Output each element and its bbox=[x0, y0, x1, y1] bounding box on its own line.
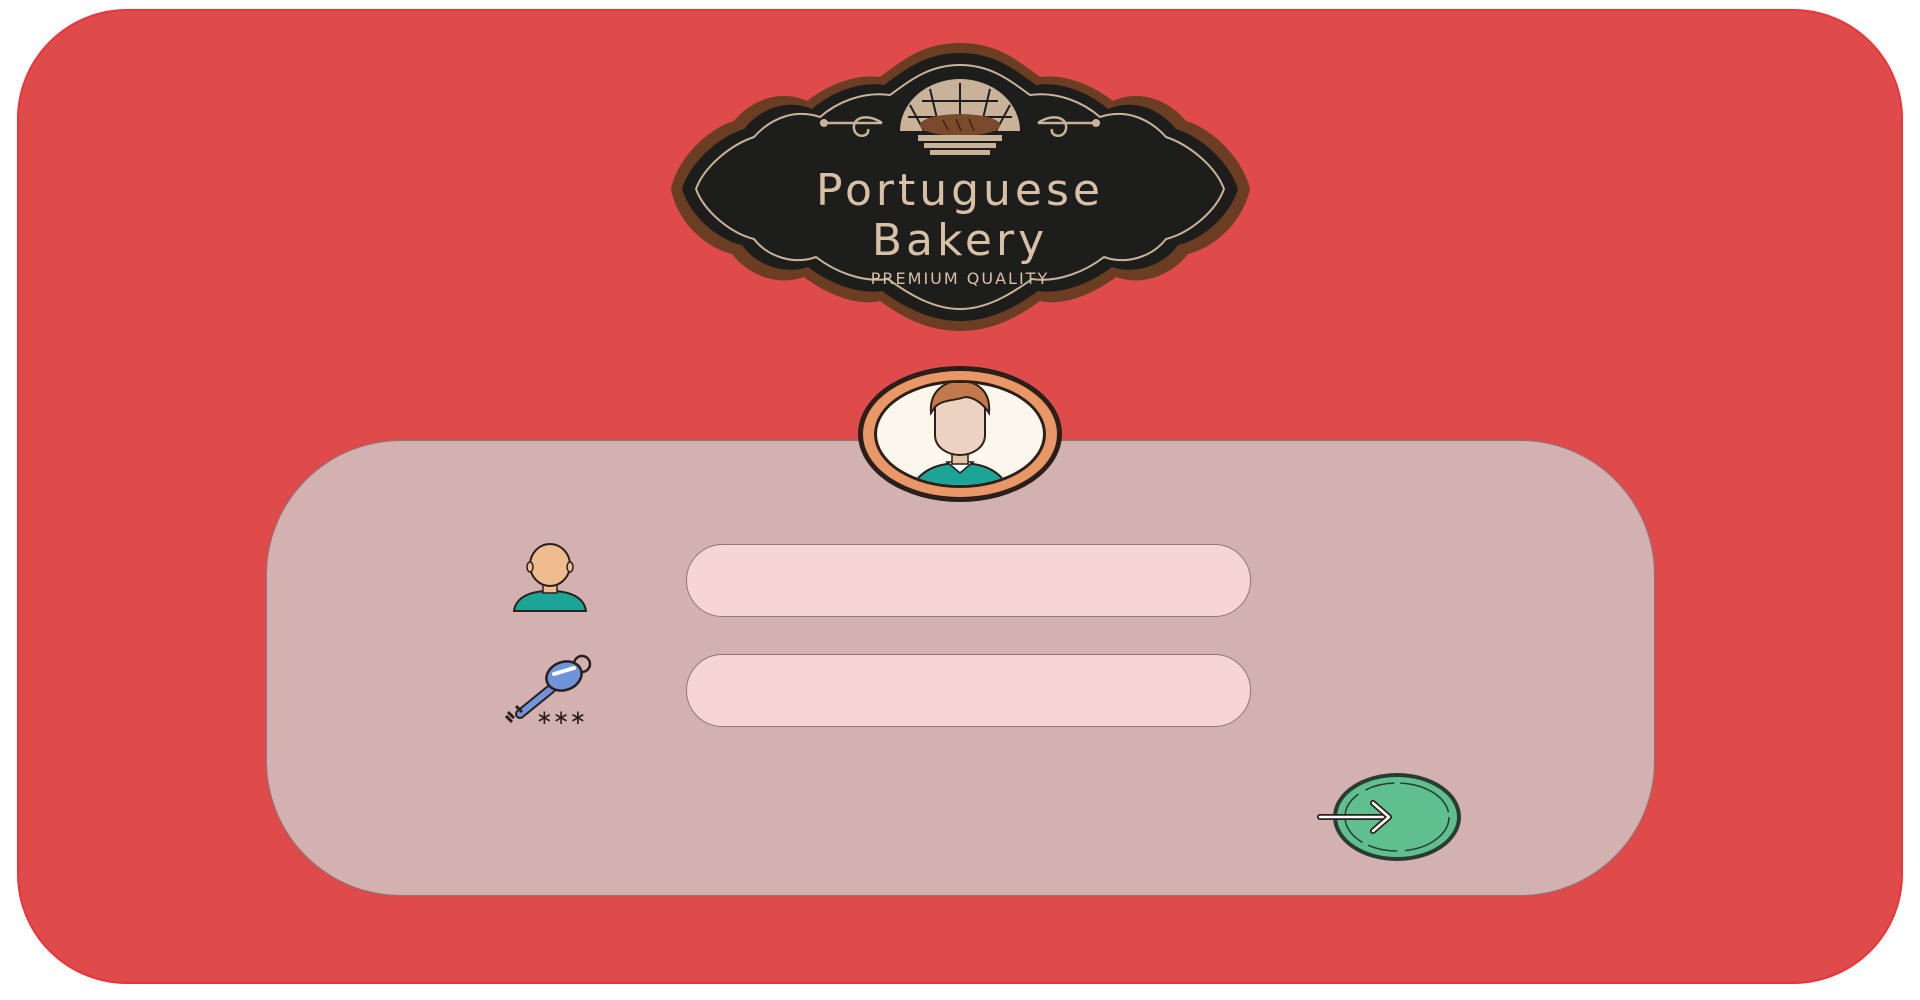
logo-line-portuguese: Portuguese bbox=[816, 165, 1104, 216]
avatar bbox=[855, 363, 1065, 505]
password-input[interactable] bbox=[686, 654, 1251, 727]
user-icon bbox=[512, 543, 588, 612]
logo-line-bakery: Bakery bbox=[872, 215, 1048, 266]
bakery-logo-badge: Portuguese Bakery PREMIUM QUALITY bbox=[671, 43, 1250, 331]
username-input[interactable] bbox=[686, 544, 1251, 617]
password-mask-glyphs: ∗∗∗ bbox=[536, 705, 586, 727]
key-icon: ∗∗∗ bbox=[504, 654, 592, 727]
password-icon: ∗∗∗ bbox=[500, 652, 600, 727]
bakery-logo: Portuguese Bakery PREMIUM QUALITY bbox=[668, 39, 1253, 334]
submit-button[interactable] bbox=[1317, 771, 1463, 863]
username-icon bbox=[510, 543, 590, 613]
logo-tagline: PREMIUM QUALITY bbox=[871, 269, 1049, 288]
arrow-right-icon bbox=[1317, 773, 1461, 861]
user-avatar-icon bbox=[858, 366, 1062, 502]
